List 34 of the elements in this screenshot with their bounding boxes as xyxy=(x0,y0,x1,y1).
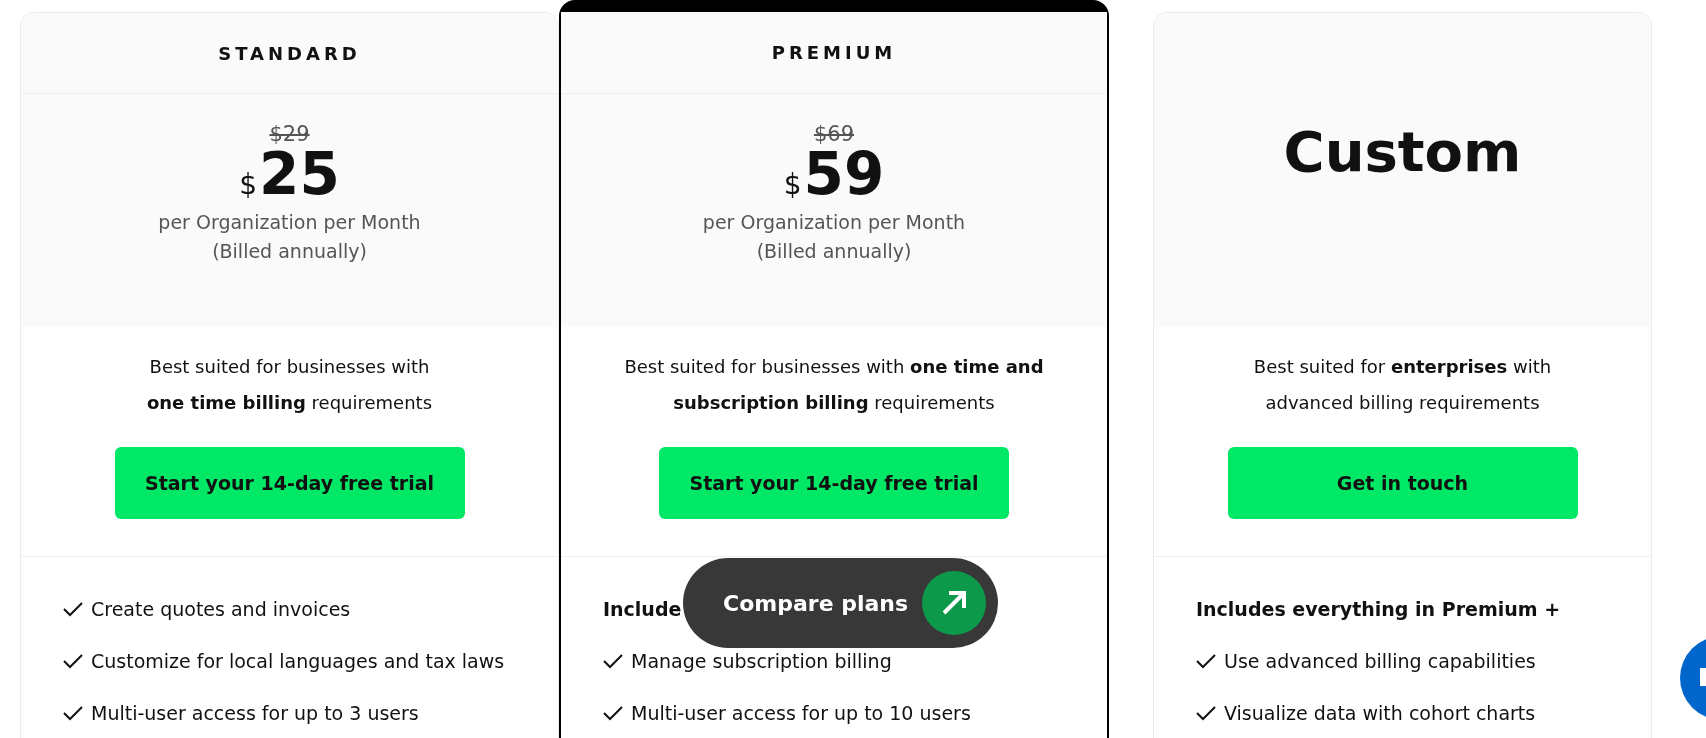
check-icon xyxy=(1196,653,1216,669)
billing-note: (Billed annually) xyxy=(756,239,912,264)
chat-icon[interactable] xyxy=(1680,636,1706,720)
compare-plans-button[interactable]: Compare plans xyxy=(683,558,998,648)
cta-button[interactable]: Start your 14-day free trial xyxy=(659,447,1009,519)
price-period: per Organization per Month xyxy=(702,210,966,235)
check-icon xyxy=(63,705,83,721)
feature-text: Use advanced billing capabilities xyxy=(1224,650,1536,672)
feature-text: Customize for local languages and tax laws xyxy=(91,650,505,672)
feature-heading: Includes everything in Premium + xyxy=(1196,598,1561,620)
currency-symbol: $ xyxy=(239,168,258,201)
check-icon xyxy=(1196,705,1216,721)
feature-heading: Include xyxy=(603,598,682,620)
billing-note: (Billed annually) xyxy=(212,239,367,264)
custom-price: Custom xyxy=(1283,119,1522,184)
cta-button[interactable]: Get in touch xyxy=(1227,447,1578,519)
check-icon xyxy=(603,653,623,669)
cta-button[interactable]: Start your 14-day free trial xyxy=(114,447,465,519)
plan-description: Best suited for businesses with one time billing requirements xyxy=(145,355,434,415)
check-icon xyxy=(63,601,83,617)
plan-name: STANDARD xyxy=(218,42,361,64)
feature-text: Create quotes and invoices xyxy=(91,598,351,620)
original-price: $69 xyxy=(813,122,855,146)
feature-text: Manage subscription billing xyxy=(631,650,892,672)
plan-name: PREMIUM xyxy=(771,42,897,63)
check-icon xyxy=(603,705,623,721)
plan-description: Best suited for enterprises with advanced billing requirements xyxy=(1252,355,1553,415)
currency-symbol: $ xyxy=(783,168,802,201)
feature-text: Multi-user access for up to 3 users xyxy=(91,702,419,724)
plan-description: Best suited for businesses with one time and subscription billing requirements xyxy=(623,355,1045,415)
check-icon xyxy=(63,653,83,669)
feature-text: Multi-user access for up to 10 users xyxy=(631,702,971,724)
feature-text: Visualize data with cohort charts xyxy=(1224,702,1536,724)
price-period: per Organization per Month xyxy=(158,210,421,235)
